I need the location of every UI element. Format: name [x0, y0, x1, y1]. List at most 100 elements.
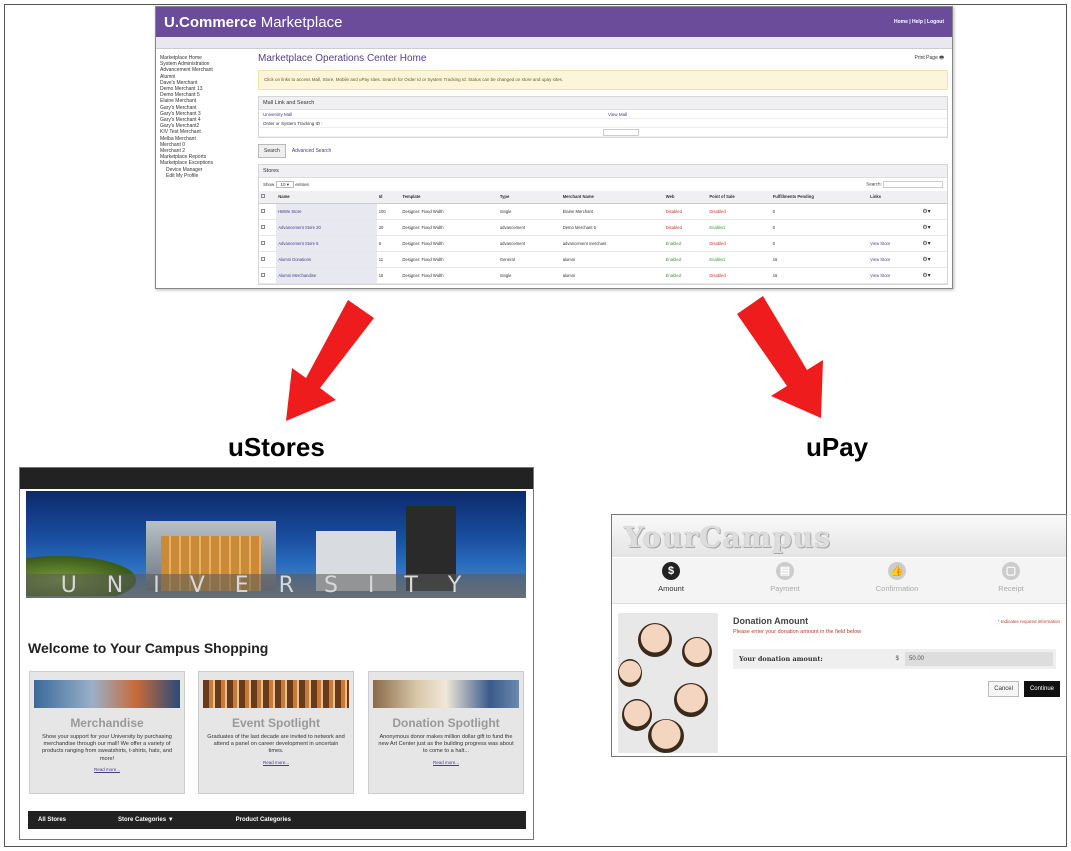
row-checkbox[interactable] — [261, 272, 265, 277]
select-all-checkbox[interactable] — [261, 194, 265, 199]
cell-type: Single — [497, 267, 561, 284]
print-page-link[interactable]: Print Page 🖶 — [915, 55, 944, 63]
cell-name[interactable]: Advancement Store 6 — [276, 235, 377, 252]
continue-button[interactable]: Continue — [1023, 681, 1060, 697]
cell-type: Single — [497, 203, 561, 220]
cell-web: Disabled — [663, 203, 708, 220]
cell-pos: Enabled — [707, 219, 771, 236]
cell-pos: Disabled — [707, 203, 771, 220]
read-more-link[interactable]: Read more... — [199, 760, 353, 765]
arrow-to-ustores — [286, 300, 374, 421]
stores-table: Name Id Template Type Merchant Name Web Point … — [259, 191, 947, 284]
gear-icon[interactable]: ⚙▾ — [922, 256, 930, 263]
dollar-icon: $ — [662, 562, 680, 580]
checkout-steps: $ Amount ▤ Payment 👍 Confirmation ▢ Rece… — [612, 558, 1066, 604]
cell-template: Designer: Fixed Width — [400, 251, 498, 268]
column-header[interactable]: Links — [868, 191, 921, 204]
cancel-button[interactable]: Cancel — [988, 681, 1019, 697]
column-header[interactable] — [259, 191, 277, 204]
table-search-input[interactable] — [883, 181, 943, 188]
view-mall-link[interactable]: View Mall — [604, 112, 627, 117]
cell-id: 11 — [376, 251, 401, 268]
cell-name[interactable]: Alumni Donations — [276, 251, 377, 268]
page-title: Marketplace Operations Center Home — [258, 53, 427, 64]
cell-id: 100 — [376, 203, 401, 220]
column-header[interactable]: Name — [276, 191, 377, 204]
banner-text: UNIVERSITY MALL — [26, 574, 526, 598]
step-amount: $ Amount — [616, 562, 726, 593]
gear-icon[interactable]: ⚙▾ — [922, 272, 930, 279]
thumbs-up-icon: 👍 — [888, 562, 906, 580]
cell-merchant: alumni — [560, 267, 664, 284]
cell-pending: 0 — [770, 219, 869, 236]
column-header[interactable]: Template — [400, 191, 498, 204]
read-more-link[interactable]: Read more... — [30, 767, 184, 772]
step-payment: ▤ Payment — [730, 562, 840, 593]
search-button[interactable]: Search — [258, 144, 286, 158]
step-confirmation: 👍 Confirmation — [842, 562, 952, 593]
top-links[interactable]: Home | Help | Logout — [894, 19, 944, 25]
card-text: Graduates of the last decade are invited… — [207, 734, 345, 755]
row-checkbox[interactable] — [261, 240, 265, 245]
order-id-input[interactable] — [603, 128, 639, 136]
currency-symbol: $ — [895, 656, 899, 662]
column-header[interactable]: Merchant Name — [560, 191, 664, 204]
nav-product-categories[interactable]: Product Categories — [236, 817, 291, 823]
gear-icon[interactable]: ⚙▾ — [922, 208, 930, 215]
mall-link[interactable]: University Mall — [259, 112, 604, 117]
column-header[interactable]: Point of Sale — [707, 191, 771, 204]
gear-icon[interactable]: ⚙▾ — [922, 240, 930, 247]
entries-select[interactable]: 10 ▾ — [275, 180, 295, 188]
marketplace-main: Marketplace Operations Center Home Print… — [258, 53, 948, 285]
step-receipt: ▢ Receipt — [956, 562, 1066, 593]
cell-pending: 15 — [770, 267, 869, 284]
order-label: Order or System Tracking ID : — [263, 120, 323, 126]
ustores-window: UNIVERSITY MALL Welcome to Your Campus S… — [19, 467, 534, 840]
advanced-search-link[interactable]: Advanced Search — [292, 148, 331, 154]
cell-name[interactable]: Alumni Merchandise — [276, 267, 377, 284]
cell-links[interactable]: View Store — [868, 267, 921, 284]
cell-pos: Disabled — [707, 267, 771, 284]
cell-name[interactable]: HBWe Store — [276, 203, 377, 220]
cell-links[interactable] — [868, 203, 921, 220]
cell-links[interactable]: View Store — [868, 251, 921, 268]
stores-panel: Stores Show 10 ▾ entries Search: Name Id T… — [258, 164, 948, 285]
yourcampus-logo: YourCampus — [612, 515, 1066, 557]
column-header[interactable]: Type — [497, 191, 561, 204]
nav-all-stores[interactable]: All Stores — [38, 817, 66, 823]
cell-web: Enabled — [663, 251, 708, 268]
cell-merchant: alumni — [560, 251, 664, 268]
card-merchandise: Merchandise Show your support for your U… — [29, 671, 185, 794]
cell-links[interactable]: View Store — [868, 235, 921, 252]
table-row: HBWe Store 100 Designer: Fixed Width Single… — [259, 203, 947, 220]
cell-pos: Enabled — [707, 251, 771, 268]
marketplace-sidebar: Marketplace Home System Administration Adv… — [160, 55, 250, 179]
marketplace-header: U.Commerce Marketplace Home | Help | Log… — [156, 7, 952, 37]
cell-template: Designer: Fixed Width — [400, 235, 498, 252]
cell-links[interactable] — [868, 219, 921, 236]
cell-web: Enabled — [663, 267, 708, 284]
cell-name[interactable]: Advancement Store 20 — [276, 219, 377, 236]
sidebar-item[interactable]: Edit My Profile — [160, 173, 250, 179]
ustores-nav: All Stores Store Categories ▼ Product Ca… — [28, 811, 526, 829]
card-title: Event Spotlight — [232, 716, 320, 730]
card-image — [373, 680, 519, 708]
cell-pending: 0 — [770, 203, 869, 220]
column-header[interactable] — [920, 191, 947, 204]
cell-web: Enabled — [663, 235, 708, 252]
row-checkbox[interactable] — [261, 224, 265, 229]
gear-icon[interactable]: ⚙▾ — [922, 224, 930, 231]
donation-amount-input[interactable]: 50.00 — [905, 652, 1053, 666]
card-text: Show your support for your University by… — [42, 734, 172, 762]
cell-type: advancement — [497, 235, 561, 252]
column-header[interactable]: Web — [663, 191, 708, 204]
donation-amount-row: Your donation amount: $ 50.00 — [733, 649, 1056, 669]
read-more-link[interactable]: Read more... — [369, 760, 523, 765]
row-checkbox[interactable] — [261, 256, 265, 261]
column-header[interactable]: Id — [376, 191, 401, 204]
upay-label: uPay — [806, 432, 869, 462]
column-header[interactable]: Fulfillments Pending — [770, 191, 869, 204]
nav-store-categories[interactable]: Store Categories ▼ — [118, 817, 174, 823]
cell-pending: 15 — [770, 251, 869, 268]
row-checkbox[interactable] — [261, 208, 265, 213]
